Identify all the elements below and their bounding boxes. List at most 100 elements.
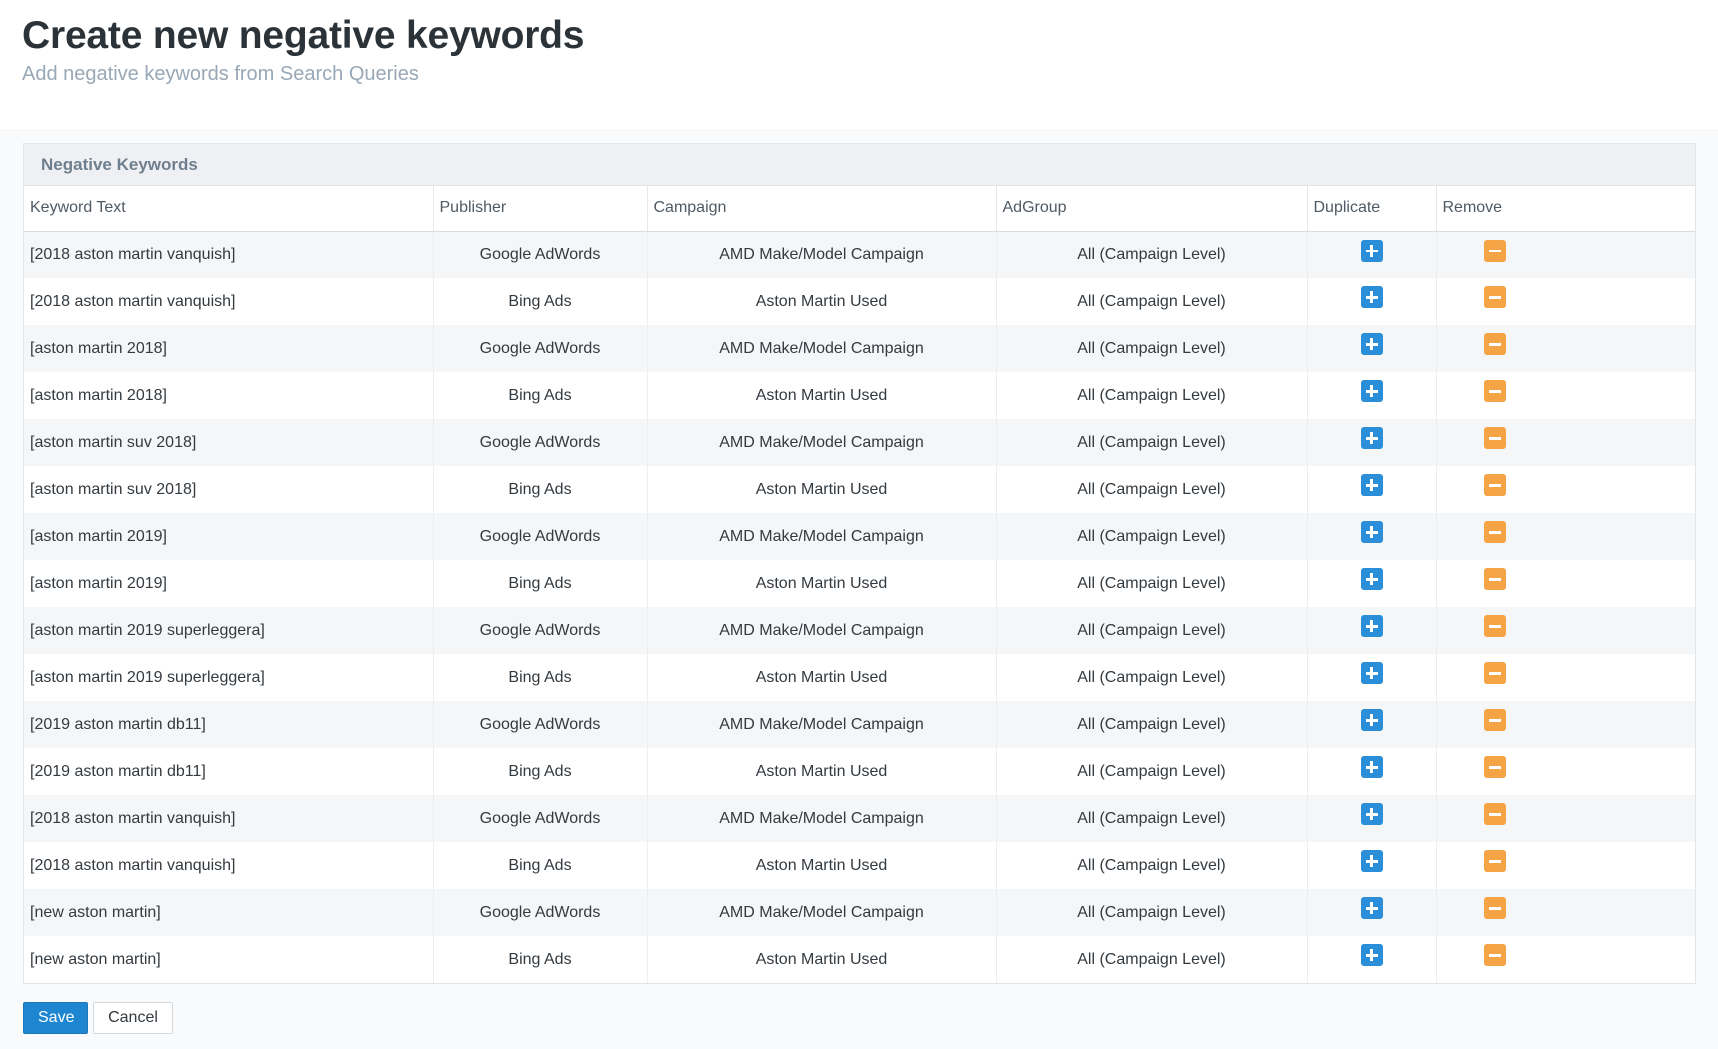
keyword-text-cell: [aston martin 2019] — [24, 560, 434, 607]
cancel-button[interactable]: Cancel — [93, 1002, 173, 1034]
remove-minus-icon[interactable] — [1483, 239, 1506, 262]
table-row: [2018 aston martin vanquish] Bing Ads Asto… — [24, 278, 1695, 325]
keyword-text-cell: [2019 aston martin db11] — [24, 701, 434, 748]
keyword-text-cell: [2018 aston martin vanquish] — [24, 842, 434, 889]
duplicate-cell — [1307, 278, 1437, 325]
duplicate-plus-icon[interactable] — [1360, 803, 1383, 826]
remove-minus-icon[interactable] — [1483, 662, 1506, 685]
table-row: [2018 aston martin vanquish] Google AdWor… — [24, 795, 1695, 842]
remove-minus-icon[interactable] — [1483, 850, 1506, 873]
remove-minus-icon[interactable] — [1483, 333, 1506, 356]
duplicate-plus-icon[interactable] — [1360, 615, 1383, 638]
remove-minus-icon[interactable] — [1483, 803, 1506, 826]
duplicate-plus-icon[interactable] — [1360, 568, 1383, 591]
duplicate-plus-icon[interactable] — [1360, 944, 1383, 967]
campaign-cell: Aston Martin Used — [647, 654, 997, 701]
publisher-cell: Google AdWords — [433, 325, 648, 372]
remove-minus-icon[interactable] — [1483, 521, 1506, 544]
campaign-cell: Aston Martin Used — [647, 748, 997, 795]
adgroup-cell: All (Campaign Level) — [996, 325, 1308, 372]
remove-minus-icon[interactable] — [1483, 615, 1506, 638]
duplicate-cell — [1307, 654, 1437, 701]
publisher-cell: Bing Ads — [433, 560, 648, 607]
column-header-campaign[interactable]: Campaign — [647, 186, 997, 232]
duplicate-plus-icon[interactable] — [1360, 850, 1383, 873]
remove-cell — [1436, 372, 1695, 419]
campaign-cell: Aston Martin Used — [647, 372, 997, 419]
table-row: [new aston martin] Google AdWords AMD Make… — [24, 889, 1695, 936]
table-row: [aston martin suv 2018] Bing Ads Aston Mar… — [24, 466, 1695, 513]
duplicate-plus-icon[interactable] — [1360, 380, 1383, 403]
adgroup-cell: All (Campaign Level) — [996, 795, 1308, 842]
adgroup-cell: All (Campaign Level) — [996, 889, 1308, 936]
duplicate-plus-icon[interactable] — [1360, 333, 1383, 356]
keyword-text-cell: [2018 aston martin vanquish] — [24, 278, 434, 325]
remove-minus-icon[interactable] — [1483, 944, 1506, 967]
duplicate-plus-icon[interactable] — [1360, 239, 1383, 262]
keyword-text-cell: [2019 aston martin db11] — [24, 748, 434, 795]
remove-cell — [1436, 607, 1695, 654]
publisher-cell: Bing Ads — [433, 372, 648, 419]
duplicate-cell — [1307, 231, 1437, 278]
adgroup-cell: All (Campaign Level) — [996, 748, 1308, 795]
remove-minus-icon[interactable] — [1483, 474, 1506, 497]
publisher-cell: Google AdWords — [433, 795, 648, 842]
table-header-row: Keyword Text Publisher Campaign AdGroup … — [24, 186, 1695, 232]
remove-minus-icon[interactable] — [1483, 568, 1506, 591]
remove-minus-icon[interactable] — [1483, 756, 1506, 779]
duplicate-plus-icon[interactable] — [1360, 662, 1383, 685]
duplicate-plus-icon[interactable] — [1360, 427, 1383, 450]
publisher-cell: Bing Ads — [433, 466, 648, 513]
campaign-cell: AMD Make/Model Campaign — [647, 607, 997, 654]
remove-cell — [1436, 513, 1695, 560]
remove-minus-icon[interactable] — [1483, 286, 1506, 309]
campaign-cell: AMD Make/Model Campaign — [647, 325, 997, 372]
adgroup-cell: All (Campaign Level) — [996, 419, 1308, 466]
duplicate-cell — [1307, 889, 1437, 936]
duplicate-plus-icon[interactable] — [1360, 897, 1383, 920]
panel-title: Negative Keywords — [24, 144, 1695, 186]
campaign-cell: Aston Martin Used — [647, 466, 997, 513]
campaign-cell: AMD Make/Model Campaign — [647, 231, 997, 278]
keyword-text-cell: [aston martin 2019] — [24, 513, 434, 560]
remove-cell — [1436, 889, 1695, 936]
keyword-text-cell: [aston martin suv 2018] — [24, 419, 434, 466]
remove-minus-icon[interactable] — [1483, 897, 1506, 920]
adgroup-cell: All (Campaign Level) — [996, 654, 1308, 701]
duplicate-plus-icon[interactable] — [1360, 756, 1383, 779]
duplicate-plus-icon[interactable] — [1360, 286, 1383, 309]
remove-cell — [1436, 560, 1695, 607]
campaign-cell: Aston Martin Used — [647, 842, 997, 889]
duplicate-cell — [1307, 466, 1437, 513]
campaign-cell: AMD Make/Model Campaign — [647, 889, 997, 936]
remove-cell — [1436, 466, 1695, 513]
table-row: [aston martin 2019 superleggera] Google A… — [24, 607, 1695, 654]
remove-minus-icon[interactable] — [1483, 709, 1506, 732]
duplicate-plus-icon[interactable] — [1360, 709, 1383, 732]
duplicate-plus-icon[interactable] — [1360, 521, 1383, 544]
duplicate-plus-icon[interactable] — [1360, 474, 1383, 497]
publisher-cell: Bing Ads — [433, 654, 648, 701]
remove-cell — [1436, 842, 1695, 889]
publisher-cell: Google AdWords — [433, 231, 648, 278]
column-header-adgroup[interactable]: AdGroup — [996, 186, 1308, 232]
table-row: [2019 aston martin db11] Bing Ads Aston Ma… — [24, 748, 1695, 795]
remove-minus-icon[interactable] — [1483, 380, 1506, 403]
column-header-keyword-text[interactable]: Keyword Text — [24, 186, 434, 232]
duplicate-cell — [1307, 419, 1437, 466]
adgroup-cell: All (Campaign Level) — [996, 372, 1308, 419]
publisher-cell: Google AdWords — [433, 607, 648, 654]
negative-keywords-panel: Negative Keywords Keyword Text Publisher… — [23, 143, 1696, 984]
table-row: [new aston martin] Bing Ads Aston Martin U… — [24, 936, 1695, 983]
duplicate-cell — [1307, 560, 1437, 607]
publisher-cell: Bing Ads — [433, 278, 648, 325]
duplicate-cell — [1307, 701, 1437, 748]
save-button[interactable]: Save — [23, 1002, 88, 1034]
remove-minus-icon[interactable] — [1483, 427, 1506, 450]
keyword-text-cell: [aston martin 2018] — [24, 325, 434, 372]
keyword-text-cell: [new aston martin] — [24, 936, 434, 983]
table-row: [aston martin 2018] Bing Ads Aston Martin … — [24, 372, 1695, 419]
column-header-publisher[interactable]: Publisher — [433, 186, 648, 232]
remove-cell — [1436, 748, 1695, 795]
duplicate-cell — [1307, 325, 1437, 372]
